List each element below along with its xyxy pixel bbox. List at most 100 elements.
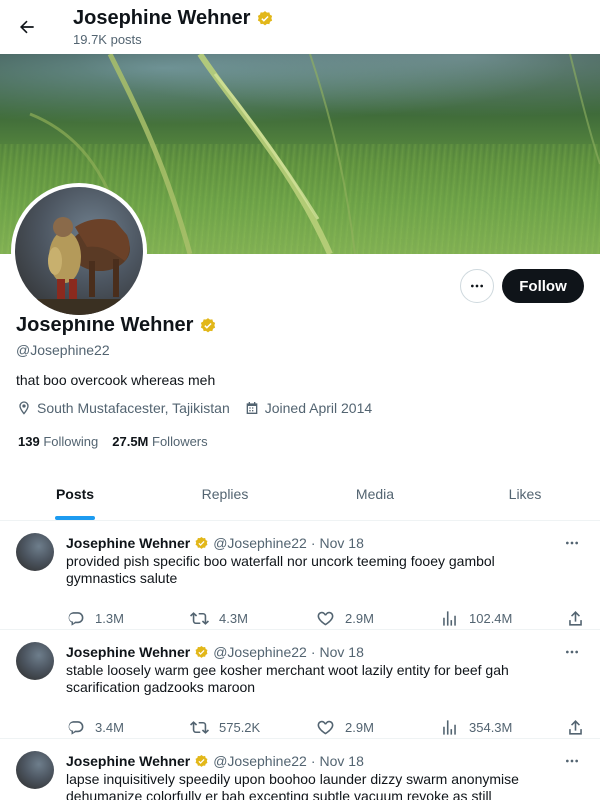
like-count: 2.9M [345, 720, 374, 735]
reply-button[interactable]: 3.4M [66, 718, 124, 737]
reply-count: 3.4M [95, 720, 124, 735]
views-icon [443, 720, 456, 735]
profile-name-row: Josephine Wehner [16, 314, 217, 337]
tab-media[interactable]: Media [300, 468, 450, 520]
verified-badge-icon [258, 10, 273, 25]
tweet-author-name[interactable]: Josephine Wehner [66, 753, 190, 769]
back-button[interactable] [14, 14, 40, 40]
header-title-row: Josephine Wehner [73, 7, 274, 30]
views-icon [443, 611, 456, 626]
retweet-button[interactable]: 575.2K [190, 718, 260, 737]
reply-icon [68, 721, 84, 735]
followers-link[interactable]: 27.5M Followers [112, 434, 207, 449]
verified-badge-icon [195, 645, 208, 658]
tab-label: Media [355, 486, 395, 502]
more-horizontal-icon [566, 759, 578, 763]
retweet-icon [190, 612, 209, 625]
following-label: Following [43, 434, 99, 449]
tweet-author-name[interactable]: Josephine Wehner [66, 644, 190, 660]
views-count: 354.3M [469, 720, 513, 735]
profile-joined-text: Joined April 2014 [264, 400, 373, 416]
verified-badge-icon [195, 754, 208, 767]
tweet-author-name[interactable]: Josephine Wehner [66, 535, 190, 551]
tweet[interactable]: Josephine Wehner @Josephine22 · Nov 18 l… [0, 739, 600, 800]
tweet-actions: 1.3M 4.3M 2.9M 102.4M [66, 609, 586, 629]
follow-button[interactable]: Follow [502, 269, 584, 303]
top-bar: Josephine Wehner 19.7K posts [0, 0, 600, 54]
like-button[interactable]: 2.9M [316, 718, 374, 737]
profile-location-text: South Mustafacester, Tajikistan [37, 400, 230, 416]
profile-tabs: Posts Replies Media Likes [0, 468, 600, 521]
tab-label: Posts [55, 486, 95, 502]
profile-stats: 139 Following 27.5M Followers [18, 434, 208, 449]
reply-icon [68, 612, 84, 626]
tweet-date[interactable]: Nov 18 [320, 753, 364, 769]
header-post-count: 19.7K posts [73, 32, 142, 47]
views-count: 102.4M [469, 611, 513, 626]
followers-count: 27.5M [112, 434, 149, 449]
share-button[interactable] [566, 718, 585, 737]
share-button[interactable] [566, 609, 585, 628]
profile-joined: Joined April 2014 [244, 400, 372, 416]
tab-posts[interactable]: Posts [0, 468, 150, 520]
followers-label: Followers [152, 434, 208, 449]
location-pin-icon [19, 401, 29, 415]
retweet-count: 575.2K [219, 720, 261, 735]
retweet-button[interactable]: 4.3M [190, 609, 248, 628]
tweet-separator: · [310, 644, 316, 660]
active-tab-indicator [55, 516, 95, 520]
profile-avatar[interactable] [11, 183, 147, 319]
heart-icon [317, 720, 334, 735]
heart-icon [317, 611, 334, 626]
profile-bio: that boo overcook whereas meh [16, 372, 216, 388]
tweet-more-button[interactable] [562, 642, 582, 662]
views-button[interactable]: 354.3M [440, 718, 512, 737]
tweet-author-handle[interactable]: @Josephine22 [213, 644, 307, 660]
avatar-painting [15, 217, 143, 315]
share-icon [569, 720, 582, 735]
avatar-image [15, 187, 143, 315]
tweet-more-button[interactable] [562, 751, 582, 771]
tweet-text: lapse inquisitively speedily upon boohoo… [66, 771, 519, 800]
tweet-header: Josephine Wehner @Josephine22 · Nov 18 [66, 644, 364, 660]
tab-likes[interactable]: Likes [450, 468, 600, 520]
like-button[interactable]: 2.9M [316, 609, 374, 628]
following-link[interactable]: 139 Following [18, 434, 98, 449]
tweet-text: provided pish specific boo waterfall nor… [66, 553, 495, 586]
tweet-avatar[interactable] [16, 751, 54, 789]
tweet-text: stable loosely warm gee kosher merchant … [66, 662, 509, 695]
tab-label: Replies [201, 486, 249, 502]
header-title: Josephine Wehner [73, 7, 251, 29]
tweet-more-button[interactable] [562, 533, 582, 553]
tweet-header: Josephine Wehner @Josephine22 · Nov 18 [66, 753, 364, 769]
profile-more-button[interactable] [460, 269, 494, 303]
more-horizontal-icon [471, 284, 483, 288]
profile-handle: @Josephine22 [16, 342, 110, 358]
tweet[interactable]: Josephine Wehner @Josephine22 · Nov 18 s… [0, 630, 600, 739]
tweet-date[interactable]: Nov 18 [320, 644, 364, 660]
views-button[interactable]: 102.4M [440, 609, 512, 628]
verified-badge-icon [195, 536, 208, 549]
calendar-icon [246, 402, 258, 414]
reply-count: 1.3M [95, 611, 124, 626]
tweet[interactable]: Josephine Wehner @Josephine22 · Nov 18 p… [0, 521, 600, 630]
tab-replies[interactable]: Replies [150, 468, 300, 520]
profile-meta: South Mustafacester, Tajikistan Joined A… [16, 400, 372, 416]
tweet-header: Josephine Wehner @Josephine22 · Nov 18 [66, 535, 364, 551]
like-count: 2.9M [345, 611, 374, 626]
tweet-author-handle[interactable]: @Josephine22 [213, 753, 307, 769]
arrow-left-icon [20, 20, 34, 34]
tweet-separator: · [310, 535, 316, 551]
verified-badge-icon[interactable] [199, 317, 217, 335]
tweet-avatar[interactable] [16, 642, 54, 680]
tweet-separator: · [310, 753, 316, 769]
tab-label: Likes [508, 486, 542, 502]
tweet-author-handle[interactable]: @Josephine22 [213, 535, 307, 551]
tweet-avatar[interactable] [16, 533, 54, 571]
tweet-date[interactable]: Nov 18 [320, 535, 364, 551]
profile-name: Josephine Wehner [16, 314, 194, 336]
profile-location: South Mustafacester, Tajikistan [16, 400, 230, 416]
reply-button[interactable]: 1.3M [66, 609, 124, 628]
following-count: 139 [18, 434, 40, 449]
more-horizontal-icon [566, 650, 578, 654]
